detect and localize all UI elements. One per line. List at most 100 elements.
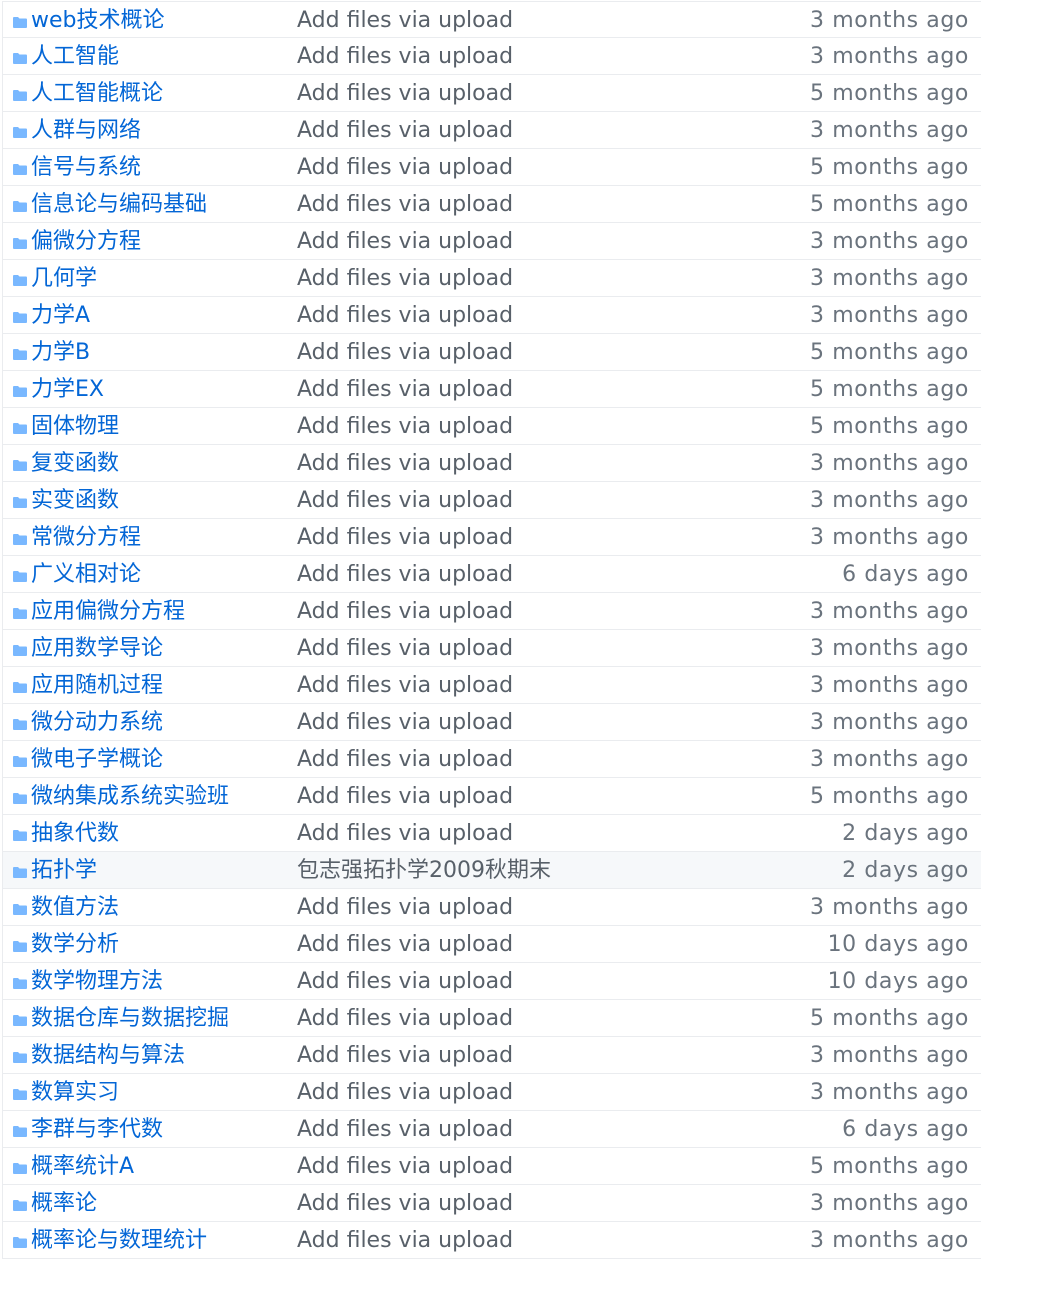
folder-name-link[interactable]: 数算实习 bbox=[31, 1074, 119, 1111]
commit-message-link[interactable]: Add files via upload bbox=[297, 2, 513, 39]
folder-name-link[interactable]: 常微分方程 bbox=[31, 519, 141, 556]
folder-name-link[interactable]: web技术概论 bbox=[31, 2, 165, 39]
commit-message-link[interactable]: Add files via upload bbox=[297, 1148, 513, 1185]
folder-name-link[interactable]: 数据仓库与数据挖掘 bbox=[31, 1000, 229, 1037]
table-row[interactable]: 微纳集成系统实验班 Add files via upload 5 months ag… bbox=[3, 778, 981, 815]
commit-message-link[interactable]: Add files via upload bbox=[297, 593, 513, 630]
folder-name-link[interactable]: 几何学 bbox=[31, 260, 97, 297]
folder-name-link[interactable]: 应用数学导论 bbox=[31, 630, 163, 667]
table-row[interactable]: 实变函数 Add files via upload 3 months ago bbox=[3, 482, 981, 519]
folder-name-link[interactable]: 微电子学概论 bbox=[31, 741, 163, 778]
commit-message-link[interactable]: 包志强拓扑学2009秋期末 bbox=[297, 852, 551, 889]
commit-message-link[interactable]: Add files via upload bbox=[297, 223, 513, 260]
commit-message-link[interactable]: Add files via upload bbox=[297, 1074, 513, 1111]
commit-message-link[interactable]: Add files via upload bbox=[297, 371, 513, 408]
commit-message-link[interactable]: Add files via upload bbox=[297, 334, 513, 371]
table-row[interactable]: 信号与系统 Add files via upload 5 months ago bbox=[3, 149, 981, 186]
folder-name-link[interactable]: 微纳集成系统实验班 bbox=[31, 778, 229, 815]
commit-message-link[interactable]: Add files via upload bbox=[297, 445, 513, 482]
folder-name-link[interactable]: 概率统计A bbox=[31, 1148, 134, 1185]
folder-name-link[interactable]: 偏微分方程 bbox=[31, 223, 141, 260]
table-row[interactable]: 抽象代数 Add files via upload 2 days ago bbox=[3, 815, 981, 852]
folder-name-link[interactable]: 广义相对论 bbox=[31, 556, 141, 593]
folder-name-link[interactable]: 数据结构与算法 bbox=[31, 1037, 185, 1074]
commit-message-link[interactable]: Add files via upload bbox=[297, 482, 513, 519]
table-row[interactable]: 力学A Add files via upload 3 months ago bbox=[3, 297, 981, 334]
table-row[interactable]: 广义相对论 Add files via upload 6 days ago bbox=[3, 556, 981, 593]
table-row[interactable]: 人工智能概论 Add files via upload 5 months ago bbox=[3, 75, 981, 112]
commit-message-link[interactable]: Add files via upload bbox=[297, 75, 513, 112]
table-row[interactable]: 微分动力系统 Add files via upload 3 months ago bbox=[3, 704, 981, 741]
table-row[interactable]: 数学物理方法 Add files via upload 10 days ago bbox=[3, 963, 981, 1000]
table-row[interactable]: 李群与李代数 Add files via upload 6 days ago bbox=[3, 1111, 981, 1148]
table-row[interactable]: 常微分方程 Add files via upload 3 months ago bbox=[3, 519, 981, 556]
table-row[interactable]: 应用随机过程 Add files via upload 3 months ago bbox=[3, 667, 981, 704]
folder-name-link[interactable]: 李群与李代数 bbox=[31, 1111, 163, 1148]
table-row[interactable]: 数算实习 Add files via upload 3 months ago bbox=[3, 1074, 981, 1111]
folder-name-link[interactable]: 力学EX bbox=[31, 371, 104, 408]
table-row[interactable]: 数值方法 Add files via upload 3 months ago bbox=[3, 889, 981, 926]
folder-name-link[interactable]: 抽象代数 bbox=[31, 815, 119, 852]
folder-name-link[interactable]: 概率论与数理统计 bbox=[31, 1222, 207, 1259]
table-row[interactable]: 数据结构与算法 Add files via upload 3 months ago bbox=[3, 1037, 981, 1074]
commit-message-link[interactable]: Add files via upload bbox=[297, 556, 513, 593]
commit-message-link[interactable]: Add files via upload bbox=[297, 1037, 513, 1074]
commit-message-link[interactable]: Add files via upload bbox=[297, 38, 513, 75]
commit-message-link[interactable]: Add files via upload bbox=[297, 778, 513, 815]
commit-message-link[interactable]: Add files via upload bbox=[297, 112, 513, 149]
folder-name-link[interactable]: 概率论 bbox=[31, 1185, 97, 1222]
table-row[interactable]: 拓扑学 包志强拓扑学2009秋期末 2 days ago bbox=[3, 852, 981, 889]
table-row[interactable]: 应用偏微分方程 Add files via upload 3 months ago bbox=[3, 593, 981, 630]
table-row[interactable]: 人工智能 Add files via upload 3 months ago bbox=[3, 38, 981, 75]
table-row[interactable]: 偏微分方程 Add files via upload 3 months ago bbox=[3, 223, 981, 260]
commit-message-link[interactable]: Add files via upload bbox=[297, 1111, 513, 1148]
folder-name-link[interactable]: 力学B bbox=[31, 334, 90, 371]
commit-message-link[interactable]: Add files via upload bbox=[297, 408, 513, 445]
table-row[interactable]: 力学B Add files via upload 5 months ago bbox=[3, 334, 981, 371]
table-row[interactable]: 复变函数 Add files via upload 3 months ago bbox=[3, 445, 981, 482]
table-row[interactable]: 微电子学概论 Add files via upload 3 months ago bbox=[3, 741, 981, 778]
folder-name-link[interactable]: 微分动力系统 bbox=[31, 704, 163, 741]
table-row[interactable]: 数学分析 Add files via upload 10 days ago bbox=[3, 926, 981, 963]
folder-name-link[interactable]: 人工智能概论 bbox=[31, 75, 163, 112]
commit-message-link[interactable]: Add files via upload bbox=[297, 704, 513, 741]
table-row[interactable]: 数据仓库与数据挖掘 Add files via upload 5 months ag… bbox=[3, 1000, 981, 1037]
table-row[interactable]: web技术概论 Add files via upload 3 months ago bbox=[3, 1, 981, 38]
commit-message-link[interactable]: Add files via upload bbox=[297, 926, 513, 963]
commit-message-link[interactable]: Add files via upload bbox=[297, 519, 513, 556]
folder-name-link[interactable]: 拓扑学 bbox=[31, 852, 97, 889]
commit-message-link[interactable]: Add files via upload bbox=[297, 1000, 513, 1037]
table-row[interactable]: 概率统计A Add files via upload 5 months ago bbox=[3, 1148, 981, 1185]
folder-name-link[interactable]: 复变函数 bbox=[31, 445, 119, 482]
commit-message-link[interactable]: Add files via upload bbox=[297, 297, 513, 334]
commit-message-link[interactable]: Add files via upload bbox=[297, 815, 513, 852]
table-row[interactable]: 概率论 Add files via upload 3 months ago bbox=[3, 1185, 981, 1222]
table-row[interactable]: 人群与网络 Add files via upload 3 months ago bbox=[3, 112, 981, 149]
commit-message-link[interactable]: Add files via upload bbox=[297, 1185, 513, 1222]
folder-name-link[interactable]: 固体物理 bbox=[31, 408, 119, 445]
commit-message-link[interactable]: Add files via upload bbox=[297, 1222, 513, 1259]
folder-name-link[interactable]: 应用随机过程 bbox=[31, 667, 163, 704]
commit-message-link[interactable]: Add files via upload bbox=[297, 149, 513, 186]
folder-name-link[interactable]: 应用偏微分方程 bbox=[31, 593, 185, 630]
table-row[interactable]: 固体物理 Add files via upload 5 months ago bbox=[3, 408, 981, 445]
commit-message-link[interactable]: Add files via upload bbox=[297, 186, 513, 223]
table-row[interactable]: 应用数学导论 Add files via upload 3 months ago bbox=[3, 630, 981, 667]
commit-message-link[interactable]: Add files via upload bbox=[297, 667, 513, 704]
folder-name-link[interactable]: 信号与系统 bbox=[31, 149, 141, 186]
table-row[interactable]: 力学EX Add files via upload 5 months ago bbox=[3, 371, 981, 408]
folder-name-link[interactable]: 数学物理方法 bbox=[31, 963, 163, 1000]
commit-message-link[interactable]: Add files via upload bbox=[297, 963, 513, 1000]
folder-name-link[interactable]: 人群与网络 bbox=[31, 112, 141, 149]
commit-message-link[interactable]: Add files via upload bbox=[297, 630, 513, 667]
folder-name-link[interactable]: 实变函数 bbox=[31, 482, 119, 519]
folder-name-link[interactable]: 人工智能 bbox=[31, 38, 119, 75]
folder-name-link[interactable]: 力学A bbox=[31, 297, 90, 334]
table-row[interactable]: 概率论与数理统计 Add files via upload 3 months ago bbox=[3, 1222, 981, 1259]
folder-name-link[interactable]: 数学分析 bbox=[31, 926, 119, 963]
commit-message-link[interactable]: Add files via upload bbox=[297, 889, 513, 926]
table-row[interactable]: 信息论与编码基础 Add files via upload 5 months ago bbox=[3, 186, 981, 223]
commit-message-link[interactable]: Add files via upload bbox=[297, 741, 513, 778]
folder-name-link[interactable]: 数值方法 bbox=[31, 889, 119, 926]
table-row[interactable]: 几何学 Add files via upload 3 months ago bbox=[3, 260, 981, 297]
